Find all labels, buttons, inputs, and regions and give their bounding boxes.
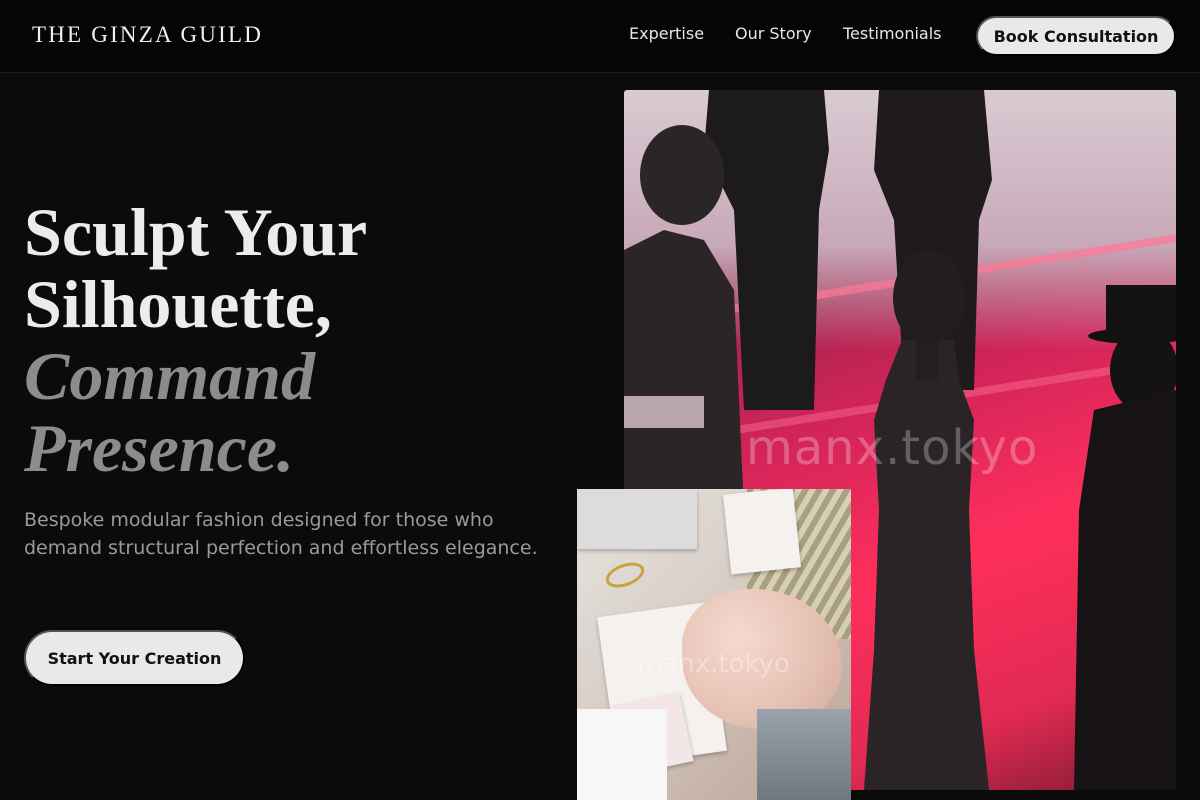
image-watermark: manx.tokyo — [746, 420, 1039, 476]
nav-link-expertise[interactable]: Expertise — [629, 24, 704, 43]
book-consultation-button[interactable]: Book Consultation — [976, 16, 1176, 56]
hero-title-emphasis: Presence. — [24, 410, 295, 486]
paper-card — [723, 489, 801, 575]
atelier-table-image: manx.tokyo — [577, 489, 851, 800]
paper-sheet — [577, 489, 697, 549]
brand-logo[interactable]: THE GINZA GUILD — [32, 22, 263, 48]
nav-link-testimonials[interactable]: Testimonials — [843, 24, 942, 43]
start-creation-button[interactable]: Start Your Creation — [24, 630, 245, 686]
nav-link-our-story[interactable]: Our Story — [735, 24, 812, 43]
site-header: THE GINZA GUILD Expertise Our Story Test… — [0, 0, 1200, 73]
hero-title-line: Sculpt Your — [24, 194, 368, 270]
hero-title-emphasis: Command — [24, 338, 315, 414]
hero-subtitle: Bespoke modular fashion designed for tho… — [24, 509, 538, 559]
hero-title: Sculpt Your Silhouette, Command Presence… — [24, 196, 367, 484]
white-fabric — [577, 709, 667, 800]
hero-title-line: Silhouette, — [24, 266, 332, 342]
image-watermark: manx.tokyo — [637, 649, 790, 679]
denim-fabric — [757, 709, 851, 800]
scissors-icon — [602, 557, 648, 593]
